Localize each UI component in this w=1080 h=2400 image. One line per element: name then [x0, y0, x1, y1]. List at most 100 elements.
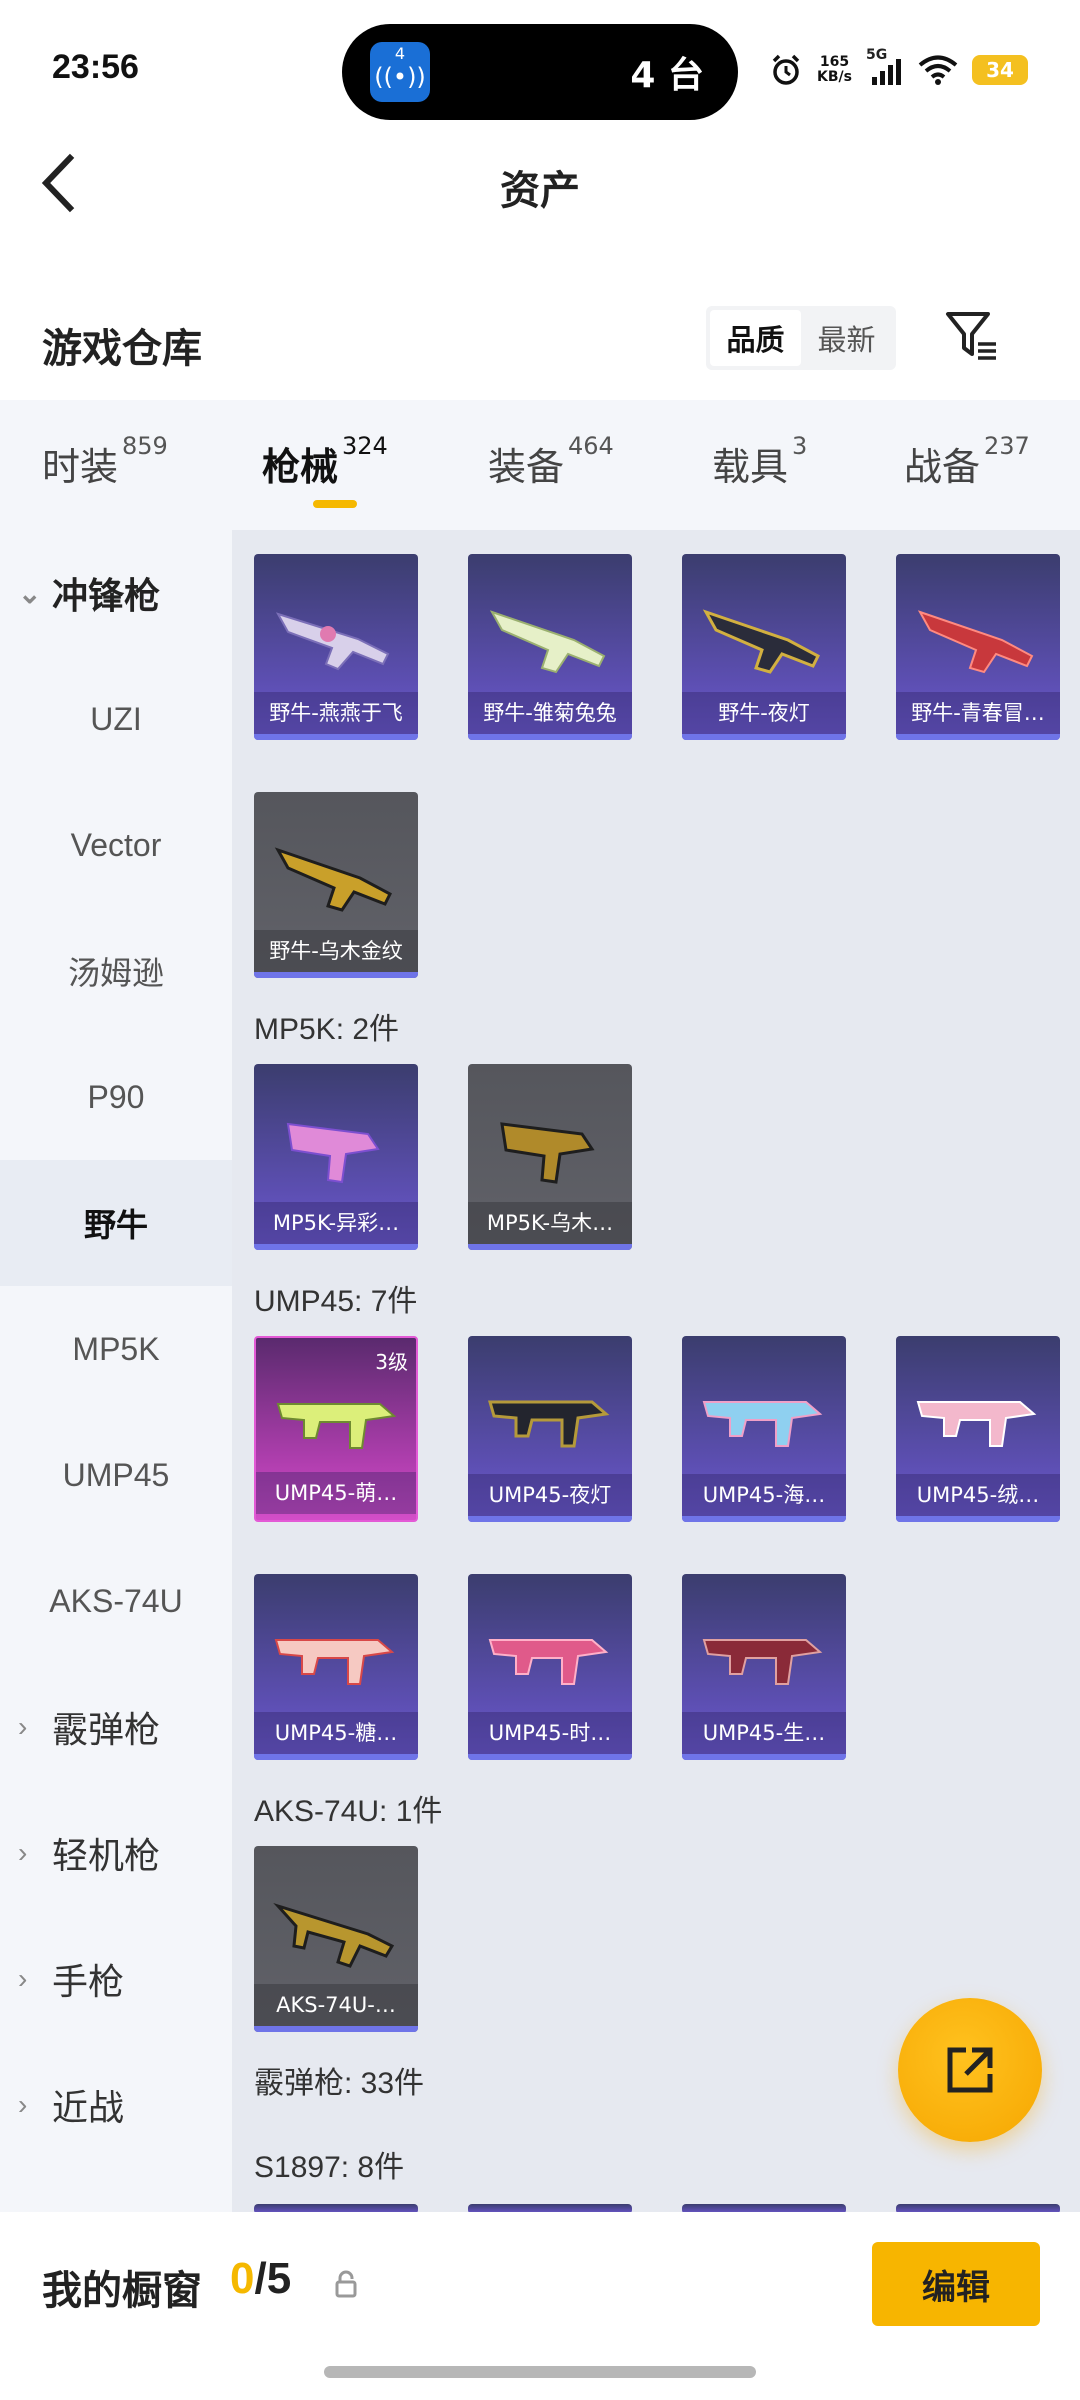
broadcast-icon: 4 ((•)) [370, 42, 430, 102]
filter-icon[interactable] [944, 308, 1000, 364]
net-speed: 165 KB/s [817, 55, 852, 85]
smg-skin-icon [500, 1122, 595, 1184]
tab-count: 859 [122, 432, 168, 460]
rarity-bar [682, 1754, 846, 1760]
rarity-bar [254, 972, 418, 978]
rarity-bar [682, 1516, 846, 1522]
group-label: UMP45: 7件 [254, 1285, 418, 1318]
tab-vehicles[interactable]: 载具 3 [712, 432, 807, 491]
rarity-bar [468, 1244, 632, 1250]
weapon-card[interactable]: MP5K-乌木… [468, 1064, 632, 1250]
wifi-icon [918, 55, 958, 85]
sidebar-group-pistol[interactable]: › 手枪 [0, 1916, 232, 2042]
sidebar-item-label: 轻机枪 [52, 1835, 161, 1876]
weapon-card[interactable] [468, 2204, 632, 2212]
weapon-card-name: UMP45-夜灯 [468, 1474, 632, 1516]
weapon-card-name: 野牛-燕燕于飞 [254, 692, 418, 734]
sidebar-item-p90[interactable]: P90 [0, 1034, 232, 1160]
group-label: S1897: 8件 [254, 2151, 405, 2184]
tab-supplies[interactable]: 战备 237 [904, 432, 1030, 491]
sort-by-quality[interactable]: 品质 [710, 310, 801, 366]
sort-by-newest[interactable]: 最新 [801, 310, 892, 366]
sidebar-item-label: 汤姆逊 [67, 955, 164, 991]
sidebar-item-label: 手枪 [52, 1961, 125, 2002]
dynamic-island[interactable]: 4 ((•)) 4 台 [342, 24, 738, 120]
group-label: AKS-74U: 1件 [254, 1795, 443, 1828]
tab-label: 时装 [42, 445, 119, 489]
weapon-card[interactable]: 野牛-夜灯 [682, 554, 846, 740]
sidebar-item-label: 霰弹枪 [52, 1709, 161, 1750]
tab-guns[interactable]: 枪械 324 [262, 432, 388, 491]
rarity-bar [896, 734, 1060, 740]
weapon-card[interactable]: UMP45-生… [682, 1574, 846, 1760]
weapon-card[interactable]: UMP45-夜灯 [468, 1336, 632, 1522]
showcase-label: 我的橱窗 [42, 2268, 202, 2314]
sidebar-item-vector[interactable]: Vector [0, 782, 232, 908]
tab-label: 战备 [904, 445, 981, 489]
weapon-grid: 野牛-燕燕于飞 野牛-雏菊兔兔 野牛-夜灯 野牛-青春冒… 野牛-乌木金纹 MP… [232, 530, 1080, 2212]
weapon-card[interactable]: 3级 UMP45-萌… [254, 1336, 418, 1522]
chevron-right-icon: › [18, 1711, 28, 1742]
sidebar-group-smg[interactable]: ⌄ 冲锋枪 [0, 530, 232, 656]
chevron-right-icon: › [18, 2089, 28, 2120]
sidebar-item-label: UZI [90, 700, 142, 737]
sidebar-item-thompson[interactable]: 汤姆逊 [0, 908, 232, 1034]
rarity-bar [468, 1754, 632, 1760]
weapon-card-name: UMP45-糖… [254, 1712, 418, 1754]
sidebar-group-lmg[interactable]: › 轻机枪 [0, 1790, 232, 1916]
sidebar-item-aks74u[interactable]: AKS-74U [0, 1538, 232, 1664]
sidebar-item-mp5k[interactable]: MP5K [0, 1286, 232, 1412]
weapon-card[interactable] [254, 2204, 418, 2212]
weapon-card[interactable]: MP5K-异彩… [254, 1064, 418, 1250]
weapon-card[interactable]: UMP45-海… [682, 1336, 846, 1522]
sidebar-item-uzi[interactable]: UZI [0, 656, 232, 782]
smg-skin-icon [275, 612, 390, 671]
weapon-card[interactable]: 野牛-雏菊兔兔 [468, 554, 632, 740]
tab-fashion[interactable]: 时装 859 [42, 432, 168, 491]
tab-equipment[interactable]: 装备 464 [488, 432, 614, 491]
home-indicator[interactable] [324, 2366, 756, 2378]
share-button[interactable] [898, 1998, 1042, 2142]
sidebar-item-bizon[interactable]: 野牛 [0, 1160, 232, 1286]
rarity-bar [254, 734, 418, 740]
tab-count: 3 [792, 432, 808, 460]
page-title: 资产 [500, 168, 580, 214]
weapon-type-sidebar: ⌄ 冲锋枪 UZI Vector 汤姆逊 P90 野牛 MP5K UMP45 AK… [0, 530, 232, 2212]
island-app-badge: 4 [394, 44, 406, 63]
sidebar-item-label: 野牛 [83, 1207, 148, 1243]
weapon-card-name: UMP45-绒… [896, 1474, 1060, 1516]
sidebar-item-label: 近战 [52, 2087, 125, 2128]
weapon-card[interactable]: 野牛-青春冒… [896, 554, 1060, 740]
sidebar-group-melee[interactable]: › 近战 [0, 2042, 232, 2168]
group-label: 霰弹枪: 33件 [254, 2067, 425, 2100]
alarm-icon [772, 54, 800, 85]
smg-skin-icon [286, 1122, 380, 1184]
smg-skin-icon [274, 1639, 395, 1685]
weapon-card[interactable] [896, 2204, 1060, 2212]
chevron-down-icon: ⌄ [18, 577, 42, 609]
chevron-right-icon: › [18, 1963, 28, 1994]
active-tab-indicator [313, 500, 357, 508]
edit-button[interactable]: 编辑 [872, 2242, 1040, 2326]
smg-skin-icon [488, 1639, 609, 1685]
lock-icon [335, 2270, 357, 2298]
weapon-card[interactable]: 野牛-乌木金纹 [254, 792, 418, 978]
chevron-right-icon: › [18, 1837, 28, 1868]
sidebar-item-label: 冲锋枪 [52, 575, 161, 616]
smg-skin-icon [917, 610, 1034, 674]
weapon-card[interactable]: UMP45-糖… [254, 1574, 418, 1760]
weapon-card[interactable]: 野牛-燕燕于飞 [254, 554, 418, 740]
sidebar-item-ump45[interactable]: UMP45 [0, 1412, 232, 1538]
rarity-bar [682, 734, 846, 740]
weapon-card-name: 野牛-夜灯 [682, 692, 846, 734]
weapon-card[interactable]: UMP45-绒… [896, 1336, 1060, 1522]
sidebar-group-shotgun[interactable]: › 霰弹枪 [0, 1664, 232, 1790]
weapon-card[interactable]: AKS-74U-… [254, 1846, 418, 2032]
weapon-card[interactable]: UMP45-时… [468, 1574, 632, 1760]
rarity-bar [254, 1244, 418, 1250]
sidebar-item-label: MP5K [72, 1330, 160, 1367]
weapon-card[interactable] [682, 2204, 846, 2212]
rarity-bar [468, 1516, 632, 1522]
rarity-bar [254, 2026, 418, 2032]
sort-toggle: 品质 最新 [706, 306, 896, 370]
